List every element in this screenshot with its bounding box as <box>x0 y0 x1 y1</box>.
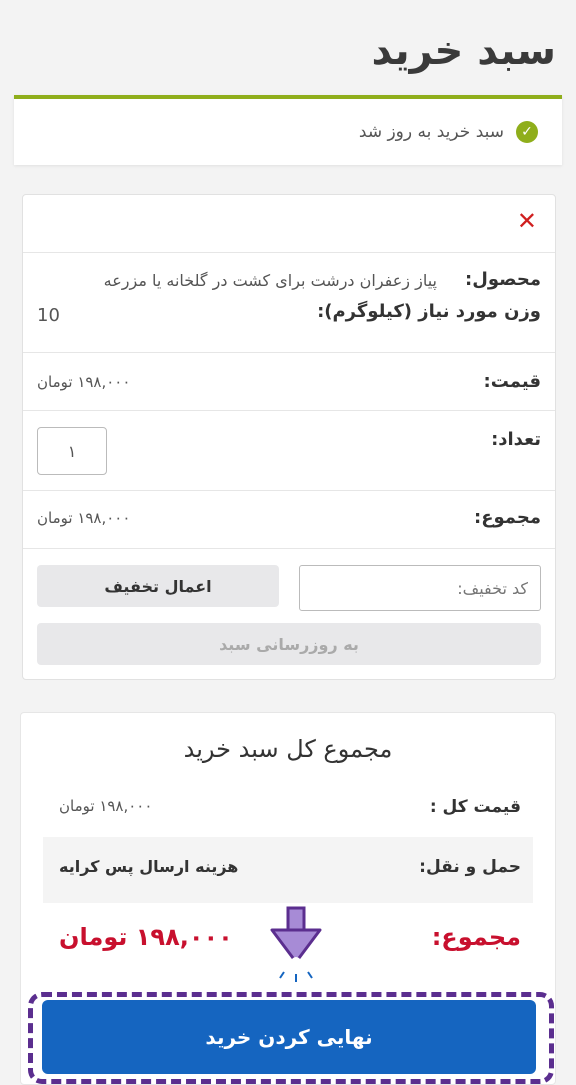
page-title: سبد خرید <box>371 28 556 74</box>
product-row: محصول: پیاز زعفران درشت برای کشت در گلخا… <box>23 253 555 353</box>
cart-item-card: ✕ محصول: پیاز زعفران درشت برای کشت در گل… <box>22 194 556 680</box>
checkout-button[interactable]: نهایی کردن خرید <box>42 1000 536 1074</box>
product-name[interactable]: پیاز زعفران درشت برای کشت در گلخانه یا م… <box>104 271 437 290</box>
quantity-row: تعداد: <box>23 411 555 491</box>
totals-subtotal-label: قیمت کل : <box>429 797 521 817</box>
remove-row: ✕ <box>23 195 555 253</box>
grand-total-label: مجموع: <box>431 923 521 951</box>
subtotal-label: مجموع: <box>474 507 541 528</box>
arrow-down-icon <box>270 906 322 982</box>
remove-item-icon[interactable]: ✕ <box>517 209 537 233</box>
cart-updated-notice: ✓ سبد خرید به روز شد <box>14 95 562 165</box>
totals-subtotal-value: ۱۹۸,۰۰۰ تومان <box>59 797 153 815</box>
notice-text: سبد خرید به روز شد <box>358 122 504 142</box>
update-cart-button[interactable]: به روزرسانی سبد <box>37 623 541 665</box>
shipping-label: حمل و نقل: <box>419 857 521 877</box>
grand-total-value: ۱۹۸,۰۰۰ تومان <box>59 923 233 951</box>
price-label: قیمت: <box>483 371 541 392</box>
weight-value: 10 <box>37 305 60 326</box>
shipping-value: هزینه ارسال پس کرایه <box>59 857 239 876</box>
check-icon: ✓ <box>516 121 538 143</box>
subtotal-value: ۱۹۸,۰۰۰ تومان <box>37 509 131 527</box>
subtotal-row: مجموع: ۱۹۸,۰۰۰ تومان <box>23 491 555 549</box>
shipping-row: حمل و نقل: هزینه ارسال پس کرایه <box>43 837 533 903</box>
totals-subtotal-row: قیمت کل : ۱۹۸,۰۰۰ تومان <box>43 781 533 837</box>
totals-title: مجموع کل سبد خرید <box>183 735 393 763</box>
price-value: ۱۹۸,۰۰۰ تومان <box>37 373 131 391</box>
weight-label: وزن مورد نیاز (کیلوگرم): <box>317 301 541 322</box>
quantity-input[interactable] <box>37 427 107 475</box>
coupon-input[interactable] <box>299 565 541 611</box>
product-label: محصول: <box>465 269 541 290</box>
apply-coupon-button[interactable]: اعمال تخفیف <box>37 565 279 607</box>
price-row: قیمت: ۱۹۸,۰۰۰ تومان <box>23 353 555 411</box>
quantity-label: تعداد: <box>491 429 541 450</box>
